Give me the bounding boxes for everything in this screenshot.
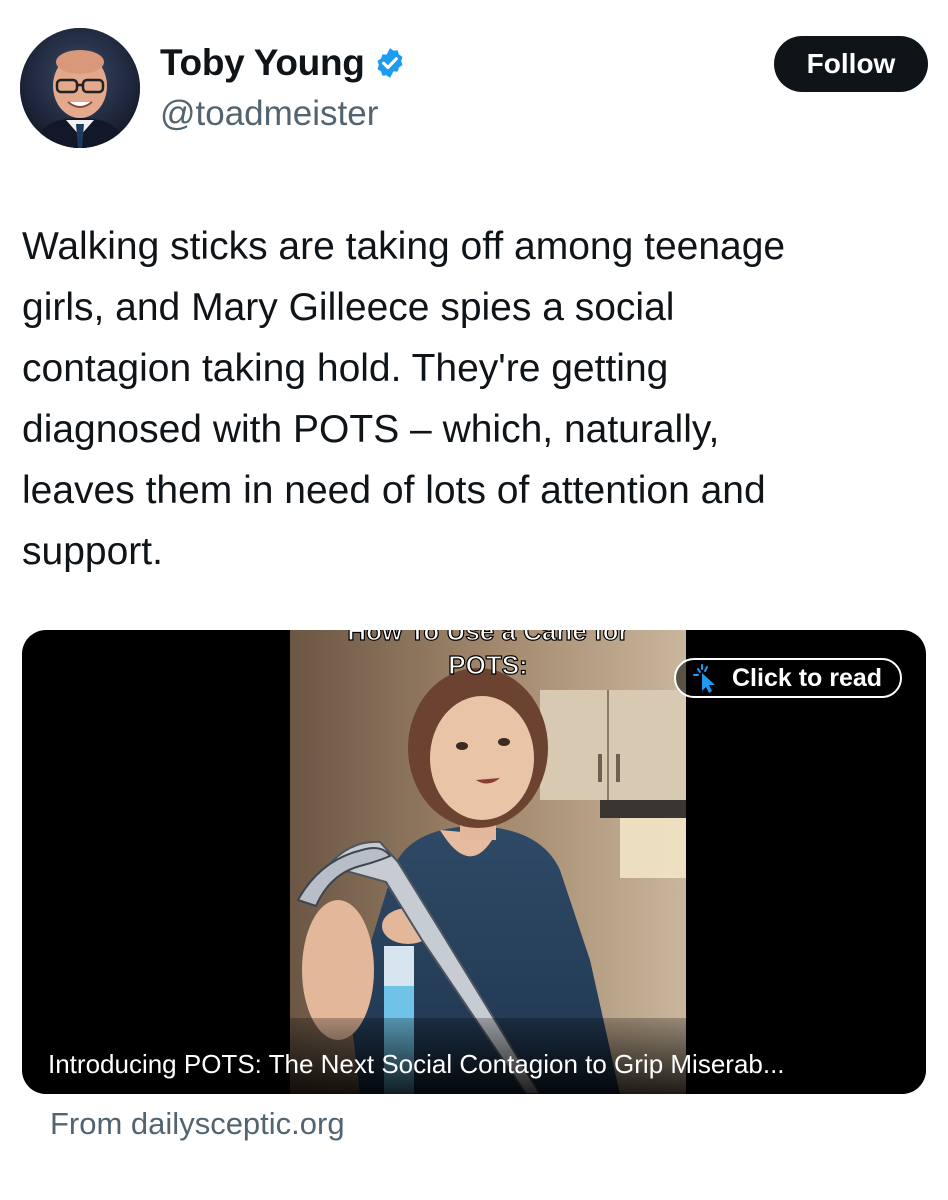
tweet-header: Toby Young @toadmeister Follow — [20, 28, 928, 152]
tweet-text-line: leaves them in need of lots of attention… — [22, 469, 766, 512]
display-name[interactable]: Toby Young — [160, 42, 365, 84]
card-headline[interactable]: Introducing POTS: The Next Social Contag… — [48, 1049, 785, 1080]
card-caption-bar: Introducing POTS: The Next Social Contag… — [22, 1018, 926, 1094]
link-card[interactable]: How To Use a Cane for POTS: Click to rea… — [22, 630, 926, 1094]
verified-badge-icon — [373, 46, 407, 80]
card-source-link[interactable]: From dailysceptic.org — [50, 1106, 345, 1142]
tweet-text-line: girls, and Mary Gilleece spies a social — [22, 286, 675, 329]
follow-button[interactable]: Follow — [774, 36, 928, 92]
tweet-text-line: contagion taking hold. They're getting — [22, 347, 669, 390]
video-overlay-line: How To Use a Cane for — [347, 630, 629, 647]
avatar[interactable] — [20, 28, 140, 148]
click-to-read-label: Click to read — [732, 663, 883, 692]
tweet-text-line: support. — [22, 530, 163, 573]
video-overlay-caption: How To Use a Cane for POTS: — [290, 630, 686, 682]
tweet-text: Walking sticks are taking off among teen… — [22, 216, 922, 582]
name-row: Toby Young — [160, 42, 407, 84]
click-to-read-button[interactable]: Click to read — [674, 658, 902, 698]
tweet-text-line: Walking sticks are taking off among teen… — [22, 225, 786, 268]
cursor-click-icon — [693, 664, 715, 693]
user-handle[interactable]: @toadmeister — [160, 94, 378, 134]
video-overlay-line: POTS: — [448, 649, 529, 680]
tweet-text-line: diagnosed with POTS – which, naturally, — [22, 408, 720, 451]
